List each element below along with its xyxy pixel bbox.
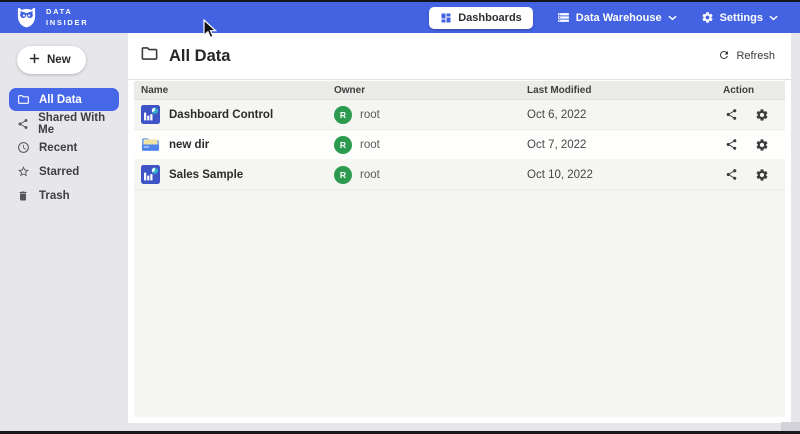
- column-header-action: Action: [723, 85, 785, 96]
- gear-icon[interactable]: [755, 108, 769, 122]
- nav-data-warehouse[interactable]: Data Warehouse: [557, 11, 677, 24]
- nav-dashboards-label: Dashboards: [458, 12, 522, 24]
- column-header-owner: Owner: [334, 85, 527, 96]
- dashboard-file-icon: [141, 165, 160, 184]
- table-header: Name Owner Last Modified Action: [134, 81, 785, 100]
- gear-icon[interactable]: [755, 138, 769, 152]
- refresh-button[interactable]: Refresh: [718, 49, 775, 64]
- new-button-label: New: [47, 54, 71, 66]
- dashboard-icon: [440, 12, 452, 24]
- file-name: Dashboard Control: [169, 109, 273, 121]
- sidebar-item-label: Recent: [39, 142, 77, 154]
- scrollbar-corner[interactable]: [781, 422, 800, 431]
- sidebar-item-trash[interactable]: Trash: [9, 184, 119, 207]
- refresh-label: Refresh: [736, 50, 775, 62]
- last-modified-date: Oct 7, 2022: [527, 139, 723, 151]
- folder-file-icon: [141, 135, 160, 154]
- trash-icon: [16, 190, 30, 202]
- star-icon: [16, 165, 30, 178]
- share-icon[interactable]: [725, 108, 738, 121]
- owner-avatar: R: [334, 166, 352, 184]
- file-table: Name Owner Last Modified Action: [134, 81, 785, 417]
- owner-name: root: [360, 139, 380, 151]
- file-name: new dir: [169, 139, 209, 151]
- share-icon[interactable]: [725, 138, 738, 151]
- sidebar-item-label: Trash: [39, 190, 70, 202]
- sidebar-item-all-data[interactable]: All Data: [9, 88, 119, 111]
- app-logo: DATA INSIDER: [15, 7, 88, 29]
- share-icon: [16, 118, 29, 130]
- page-title: All Data: [169, 47, 230, 66]
- sidebar-item-label: All Data: [39, 94, 82, 106]
- sidebar-item-shared-with-me[interactable]: Shared With Me: [9, 112, 119, 135]
- plus-icon: [29, 53, 40, 67]
- app-body: New All Data Shared With Me: [0, 33, 800, 423]
- database-icon: [557, 11, 570, 24]
- folder-icon: [140, 44, 159, 68]
- owner-avatar: R: [334, 136, 352, 154]
- table-row[interactable]: new dir R root Oct 7, 2022: [134, 130, 785, 160]
- owner-avatar: R: [334, 106, 352, 124]
- folder-icon: [16, 93, 30, 106]
- nav-dashboards[interactable]: Dashboards: [429, 7, 533, 29]
- last-modified-date: Oct 10, 2022: [527, 169, 723, 181]
- table-row[interactable]: Sales Sample R root Oct 10, 2022: [134, 160, 785, 190]
- owner-name: root: [360, 109, 380, 121]
- app-window: DATA INSIDER Dashboards Data W: [0, 0, 800, 434]
- main-pane: All Data Refresh Name Owner Last Modifie…: [128, 33, 791, 423]
- sidebar: New All Data Shared With Me: [0, 33, 128, 423]
- gear-icon: [701, 11, 714, 24]
- chevron-down-icon: [668, 15, 677, 21]
- main-header: All Data Refresh: [128, 33, 791, 80]
- sidebar-item-label: Starred: [39, 166, 79, 178]
- column-header-name: Name: [134, 85, 334, 96]
- new-button[interactable]: New: [17, 46, 86, 74]
- table-body: Dashboard Control R root Oct 6, 2022: [134, 100, 785, 190]
- nav-data-warehouse-label: Data Warehouse: [576, 12, 662, 24]
- sidebar-item-label: Shared With Me: [38, 112, 119, 136]
- last-modified-date: Oct 6, 2022: [527, 109, 723, 121]
- app-bar: DATA INSIDER Dashboards Data W: [0, 2, 800, 33]
- share-icon[interactable]: [725, 168, 738, 181]
- clock-icon: [16, 141, 30, 154]
- table-row[interactable]: Dashboard Control R root Oct 6, 2022: [134, 100, 785, 130]
- top-nav: Dashboards Data Warehouse: [429, 7, 778, 29]
- dashboard-file-icon: [141, 105, 160, 124]
- nav-settings[interactable]: Settings: [701, 11, 778, 24]
- nav-settings-label: Settings: [720, 12, 763, 24]
- gear-icon[interactable]: [755, 168, 769, 182]
- refresh-icon: [718, 49, 730, 64]
- sidebar-item-starred[interactable]: Starred: [9, 160, 119, 183]
- file-name: Sales Sample: [169, 169, 243, 181]
- sidebar-item-recent[interactable]: Recent: [9, 136, 119, 159]
- sidebar-list: All Data Shared With Me Recent: [0, 88, 128, 207]
- owner-name: root: [360, 169, 380, 181]
- owl-logo-icon: [15, 7, 38, 28]
- logo-text: DATA INSIDER: [46, 7, 88, 29]
- column-header-last-modified: Last Modified: [527, 85, 723, 96]
- chevron-down-icon: [769, 15, 778, 21]
